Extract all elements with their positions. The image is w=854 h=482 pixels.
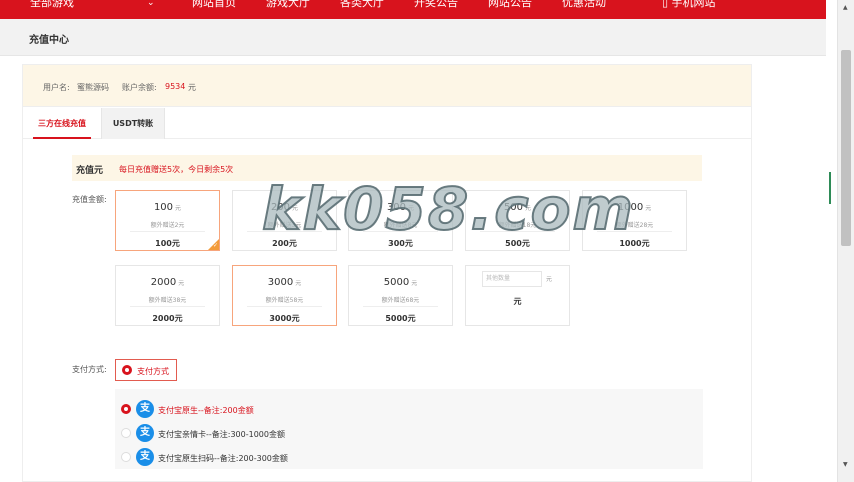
balance-value: 9534: [165, 82, 186, 91]
radio-icon: [122, 365, 132, 375]
amount-bonus: 额外赠送28元: [615, 222, 654, 229]
custom-amount-unit: 元: [546, 276, 553, 283]
pay-option-label: 支付宝原生扫码--备注:200-300金额: [158, 454, 288, 463]
balance-unit: 元: [188, 83, 196, 92]
page-title: 充值中心: [29, 35, 69, 46]
username-label: 用户名:: [43, 83, 70, 92]
amount-bonus: 额外赠送3元: [267, 222, 302, 229]
tab-third-party-recharge[interactable]: 三方在线充值: [23, 108, 101, 139]
amount-value: 3000 元: [267, 277, 302, 288]
amount-bonus: 额外赠送68元: [381, 297, 420, 304]
pay-option-alipay-native[interactable]: 支 支付宝原生--备注:200金额: [121, 399, 521, 419]
divider: [247, 306, 322, 307]
recharge-tabs: 三方在线充值 USDT转账: [23, 108, 751, 139]
balance-label: 账户余额:: [122, 83, 157, 92]
pay-method-button-label: 支付方式: [137, 367, 169, 376]
custom-amount-total: 元: [513, 297, 522, 306]
divider: [130, 306, 205, 307]
all-games-menu[interactable]: 全部游戏: [30, 0, 74, 10]
pay-option-label: 支付宝原生--备注:200金额: [158, 406, 254, 415]
nav-item-mobile-site[interactable]: ▯ 手机网站: [662, 0, 716, 10]
promo-title: 充值元: [76, 166, 104, 176]
vertical-scrollbar[interactable]: ▲ ▼: [837, 0, 854, 482]
divider: [597, 231, 672, 232]
amount-bonus: 额外赠送38元: [148, 297, 187, 304]
pay-options-list: 支 支付宝原生--备注:200金额 支 支付宝亲情卡--备注:300-1000金…: [115, 389, 703, 469]
promo-note: 每日充值赠送5次，今日剩余5次: [119, 165, 234, 174]
amount-card-2000[interactable]: 2000 元 额外赠送38元 2000元: [115, 265, 220, 326]
amount-card-1000[interactable]: 1000 元 额外赠送28元 1000元: [582, 190, 687, 251]
amount-label: 充值金额:: [72, 195, 107, 204]
custom-amount-card[interactable]: 其他数量 元 元: [465, 265, 570, 326]
nav-item-promotions[interactable]: 优惠活动: [562, 0, 606, 10]
nav-item-home[interactable]: 网站首页: [192, 0, 236, 10]
scrollbar-thumb[interactable]: [841, 50, 851, 246]
amount-value: 300 元: [386, 202, 415, 213]
amount-card-5000[interactable]: 5000 元 额外赠送68元 5000元: [348, 265, 453, 326]
amount-value: 200 元: [270, 202, 299, 213]
amount-total: 3000元: [269, 314, 300, 323]
scroll-up-arrow-icon[interactable]: ▲: [843, 4, 848, 11]
page-header: 充值中心: [0, 19, 826, 56]
amount-bonus: 额外赠送8元: [383, 222, 418, 229]
custom-amount-input[interactable]: 其他数量: [482, 271, 542, 287]
amount-card-3000[interactable]: 3000 元 额外赠送58元 3000元: [232, 265, 337, 326]
amount-bonus: 额外赠送58元: [265, 297, 304, 304]
amount-card-100[interactable]: 100 元 额外赠送2元 100元 ✓: [115, 190, 220, 251]
alipay-icon: 支: [136, 424, 154, 442]
divider: [363, 306, 438, 307]
divider: [480, 231, 555, 232]
radio-icon[interactable]: [121, 452, 131, 462]
divider: [247, 231, 322, 232]
divider: [130, 231, 205, 232]
pay-method-label: 支付方式:: [72, 365, 107, 374]
amount-bonus: 额外赠送2元: [150, 222, 185, 229]
top-nav: 全部游戏 ⌄ 网站首页 游戏大厅 各类大厅 开奖公告 网站公告 优惠活动 ▯ 手…: [0, 0, 826, 19]
amount-card-200[interactable]: 200 元 额外赠送3元 200元: [232, 190, 337, 251]
pay-option-label: 支付宝亲情卡--备注:300-1000金额: [158, 430, 285, 439]
amount-value: 1000 元: [617, 202, 652, 213]
nav-item-announcements[interactable]: 网站公告: [488, 0, 532, 10]
amount-total: 500元: [505, 239, 530, 248]
username-value: 蜜熊源码: [77, 83, 109, 92]
amount-total: 5000元: [385, 314, 416, 323]
tab-usdt-transfer[interactable]: USDT转账: [101, 108, 165, 139]
pay-option-alipay-family-card[interactable]: 支 支付宝亲情卡--备注:300-1000金额: [121, 423, 521, 443]
amount-value: 500 元: [503, 202, 532, 213]
amount-total: 100元: [155, 239, 180, 248]
divider: [363, 231, 438, 232]
amount-card-300[interactable]: 300 元 额外赠送8元 300元: [348, 190, 453, 251]
promo-bar: 充值元 每日充值赠送5次，今日剩余5次: [72, 155, 702, 181]
amount-total: 300元: [388, 239, 413, 248]
nav-item-game-hall[interactable]: 游戏大厅: [266, 0, 310, 10]
amount-total: 200元: [272, 239, 297, 248]
alipay-icon: 支: [136, 400, 154, 418]
radio-icon[interactable]: [121, 404, 131, 414]
alipay-icon: 支: [136, 448, 154, 466]
nav-item-halls[interactable]: 各类大厅: [340, 0, 384, 10]
chevron-down-icon[interactable]: ⌄: [147, 0, 155, 10]
nav-item-lottery-results[interactable]: 开奖公告: [414, 0, 458, 10]
scroll-down-arrow-icon[interactable]: ▼: [843, 461, 848, 468]
amount-total: 1000元: [619, 239, 650, 248]
pay-method-button[interactable]: 支付方式: [115, 359, 177, 381]
amount-bonus: 额外赠送18元: [498, 222, 537, 229]
amount-value: 2000 元: [150, 277, 185, 288]
amount-card-500[interactable]: 500 元 额外赠送18元 500元: [465, 190, 570, 251]
amount-total: 2000元: [152, 314, 183, 323]
amount-value: 5000 元: [383, 277, 418, 288]
pay-option-alipay-qr[interactable]: 支 支付宝原生扫码--备注:200-300金额: [121, 447, 521, 467]
scroll-indicator: [829, 172, 831, 204]
radio-icon[interactable]: [121, 428, 131, 438]
amount-value: 100 元: [153, 202, 182, 213]
check-icon: ✓: [212, 242, 218, 249]
user-info-bar: 用户名: 蜜熊源码 账户余额: 9534 元: [23, 65, 751, 107]
